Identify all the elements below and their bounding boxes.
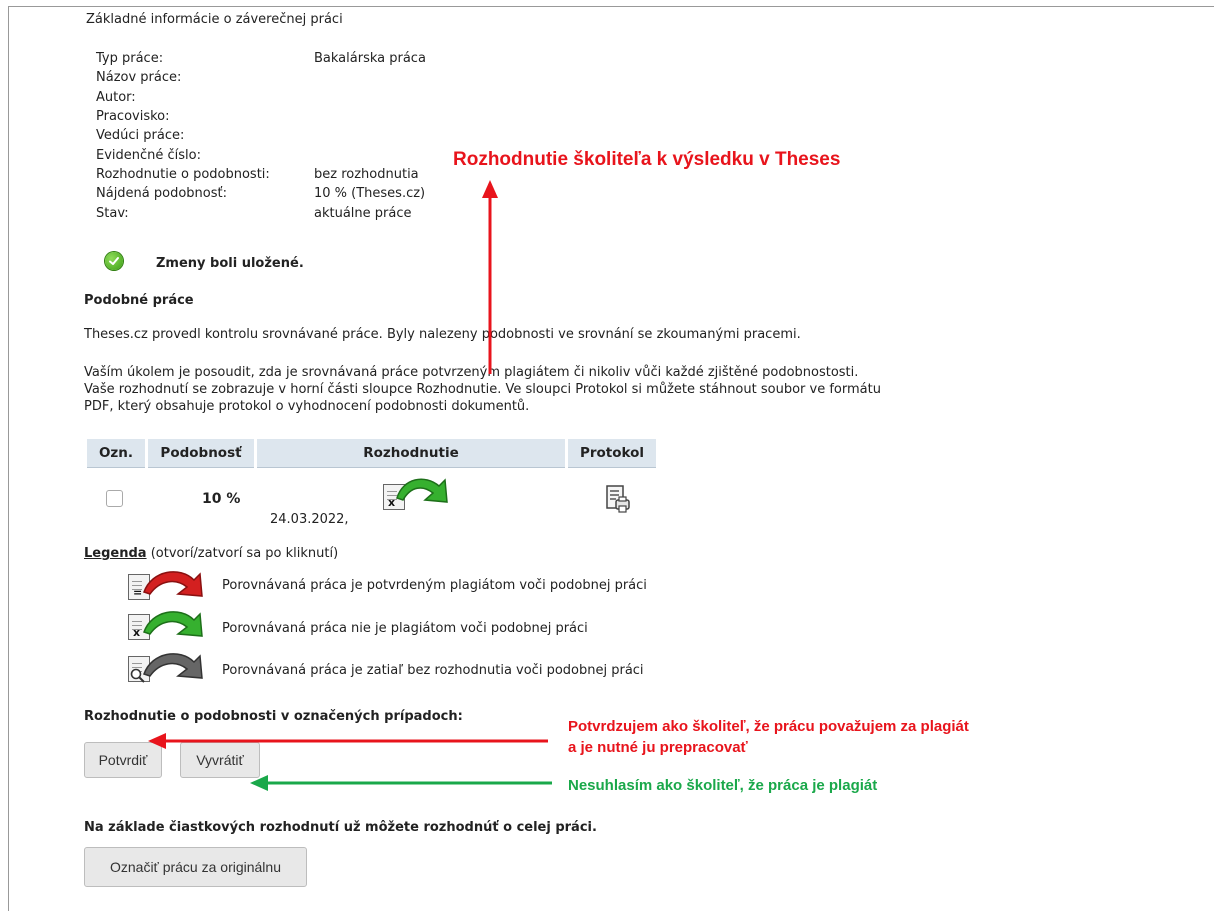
top-annotation-arrow (482, 180, 498, 374)
annotation-confirm-line-1: Potvrdzujem ako školiteľ, že prácu považ… (568, 718, 969, 735)
refute-annotation-arrow (250, 775, 552, 791)
annotation-top: Rozhodnutie školiteľa k výsledku v These… (453, 149, 841, 170)
annotation-refute: Nesuhlasím ako školiteľ, že práca je pla… (568, 777, 878, 794)
annotation-arrows (148, 180, 552, 791)
confirm-annotation-arrow (148, 733, 548, 749)
annotation-confirm-line-2: a je nutné ju prepracovať (568, 739, 748, 756)
